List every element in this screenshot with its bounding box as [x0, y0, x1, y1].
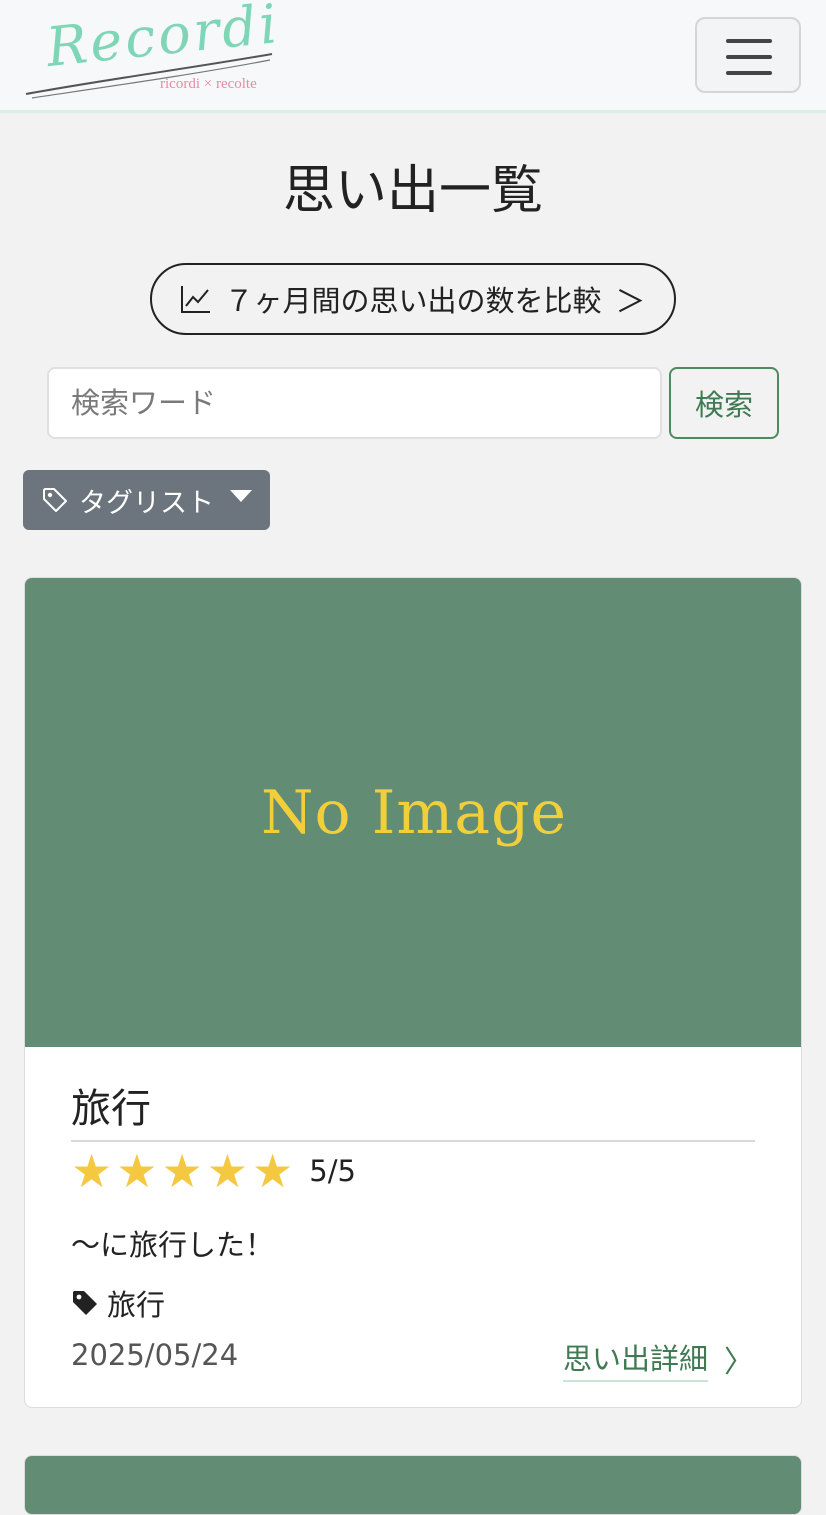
page-title: 思い出一覧 [282, 161, 543, 221]
tag-list-label: タグリスト [79, 487, 214, 519]
card-description: 〜に旅行した！ [71, 1228, 275, 1262]
line-chart-icon [181, 286, 211, 313]
compare-months-label: ７ヶ月間の思い出の数を比較 [224, 284, 602, 318]
search-input[interactable] [47, 367, 662, 439]
card-title: 旅行 [71, 1076, 755, 1142]
card-image-placeholder: No Image [25, 578, 801, 1047]
logo-subtitle: ricordi × recolte [160, 76, 257, 92]
search-button[interactable]: 検索 [669, 367, 779, 439]
memory-detail-link[interactable]: 思い出詳細 〉 [563, 1336, 754, 1382]
rating-value: 5/5 [309, 1154, 356, 1188]
star-icon: ★ [116, 1144, 158, 1198]
star-rating: ★ ★ ★ ★ ★ 5/5 [71, 1148, 356, 1194]
menu-toggle-button[interactable] [695, 17, 801, 93]
navbar: Recordi ricordi × recolte [0, 0, 826, 113]
chevron-right-icon: 〉 [724, 1345, 755, 1380]
compare-months-button[interactable]: ７ヶ月間の思い出の数を比較 ＞ [150, 263, 676, 335]
star-icon: ★ [252, 1144, 294, 1198]
star-icon: ★ [206, 1144, 248, 1198]
star-icon: ★ [71, 1144, 113, 1198]
caret-down-icon [230, 490, 252, 502]
card-tag-label: 旅行 [107, 1288, 166, 1322]
tag-icon [73, 1291, 97, 1315]
card-date: 2025/05/24 [71, 1338, 239, 1372]
memory-detail-label: 思い出詳細 [563, 1336, 709, 1382]
memory-card: No Image 旅行 ★ ★ ★ ★ ★ 5/5 〜に旅行した！ 旅行 202… [24, 577, 802, 1408]
tag-outline-icon [41, 486, 69, 514]
star-icon: ★ [161, 1144, 203, 1198]
chevron-right-icon: ＞ [615, 285, 646, 320]
memory-card-next [24, 1455, 802, 1515]
no-image-text: No Image [261, 777, 567, 848]
brand-logo[interactable]: Recordi ricordi × recolte [22, 0, 283, 102]
card-tag: 旅行 [71, 1282, 165, 1324]
tag-list-dropdown-button[interactable]: タグリスト [23, 470, 270, 530]
